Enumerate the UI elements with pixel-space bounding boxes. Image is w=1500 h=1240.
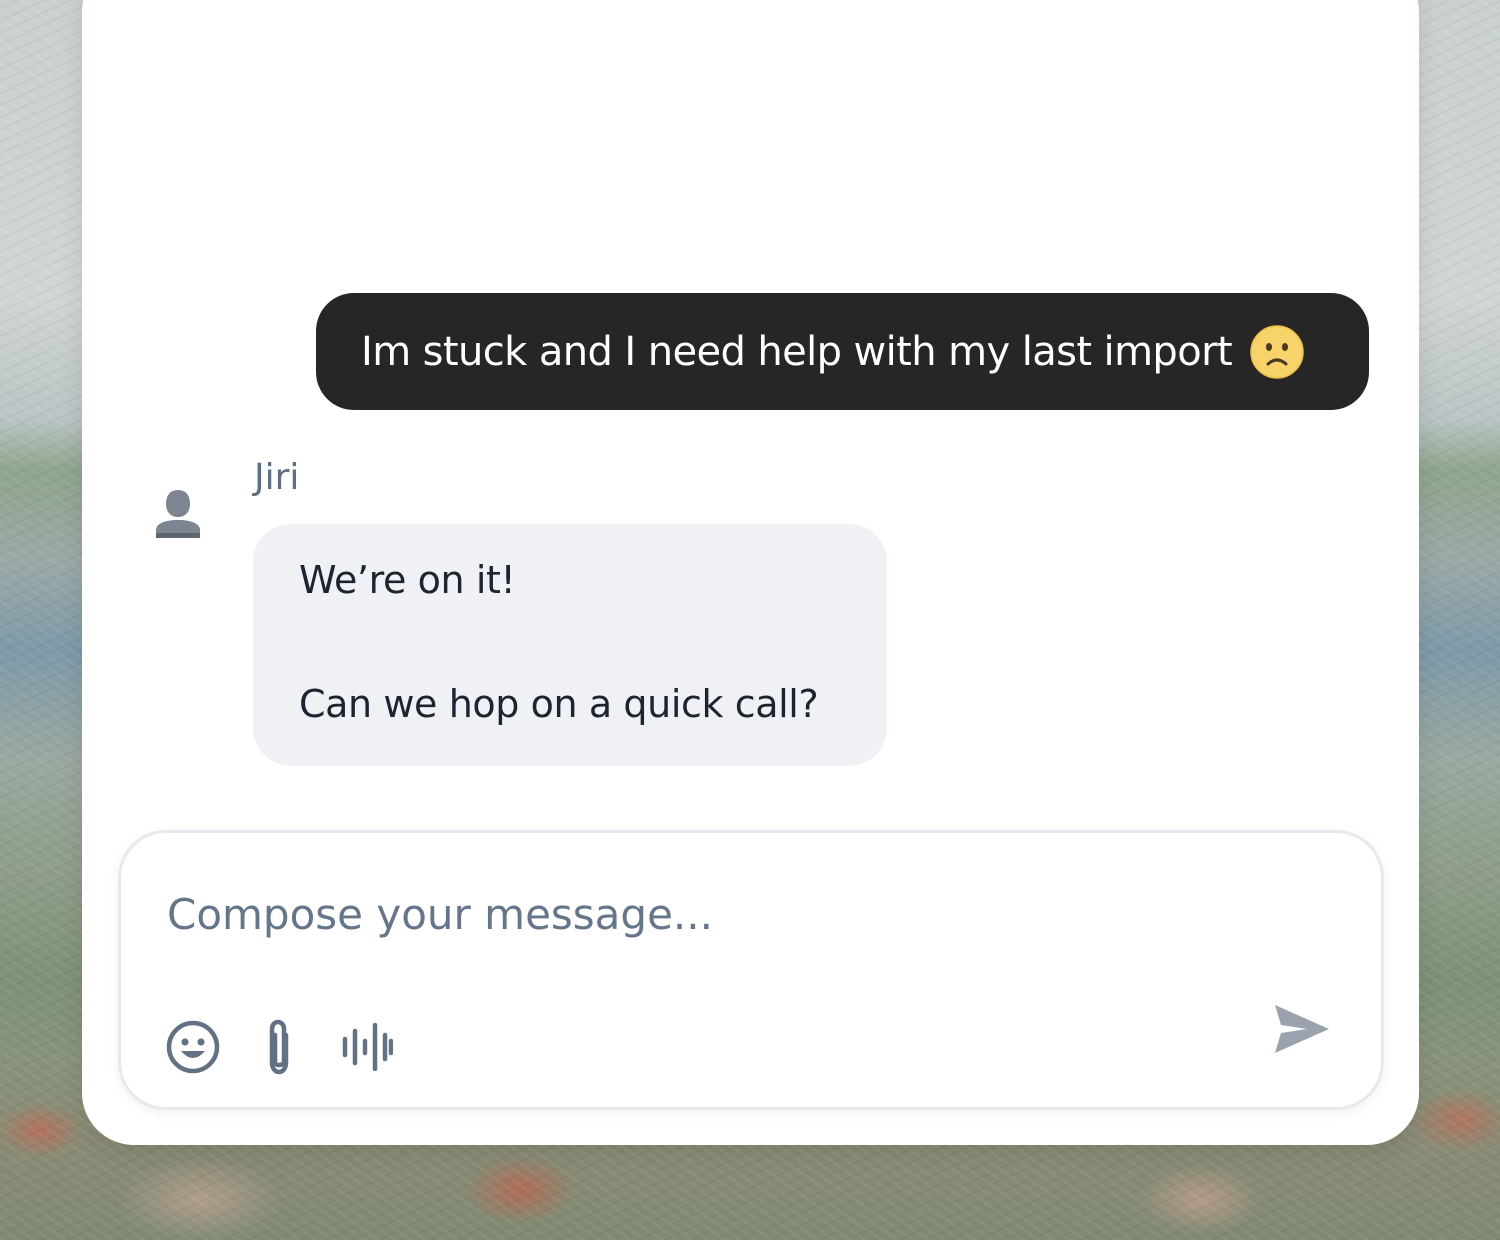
attach-file-button[interactable] xyxy=(259,1017,299,1077)
agent-message-line: We’re on it! xyxy=(299,558,516,602)
send-button[interactable] xyxy=(1271,1001,1333,1057)
message-input[interactable] xyxy=(165,873,1169,955)
user-silhouette-icon xyxy=(156,490,200,538)
message-composer xyxy=(118,830,1384,1110)
agent-message-bubble: We’re on it! Can we hop on a quick call? xyxy=(253,524,887,766)
sender-name: Jiri xyxy=(254,457,300,498)
send-icon xyxy=(1275,1005,1329,1053)
agent-message-line: Can we hop on a quick call? xyxy=(299,682,819,726)
emoji-button[interactable] xyxy=(165,1019,221,1075)
user-message-text: Im stuck and I need help with my last im… xyxy=(361,328,1233,375)
chat-panel: Im stuck and I need help with my last im… xyxy=(82,0,1419,1145)
user-message-bubble: Im stuck and I need help with my last im… xyxy=(316,293,1369,410)
slightly-frowning-face-icon xyxy=(1250,324,1304,379)
paperclip-icon xyxy=(269,1019,289,1075)
voice-message-button[interactable] xyxy=(341,1023,393,1071)
voice-waveform-icon xyxy=(342,1023,393,1071)
emoji-icon xyxy=(166,1020,220,1074)
